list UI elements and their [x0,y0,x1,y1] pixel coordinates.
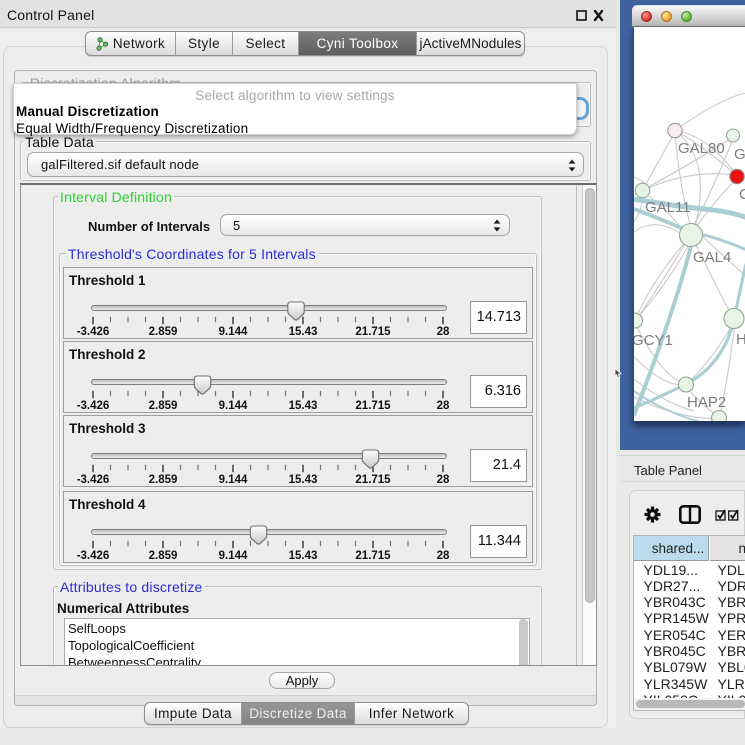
svg-text:HAP2: HAP2 [687,394,726,411]
svg-text:C: C [739,186,745,203]
svg-text:G: G [734,146,745,163]
svg-text:GCY1: GCY1 [634,332,673,349]
svg-text:H: H [736,331,745,348]
svg-text:GAL80: GAL80 [678,140,725,157]
svg-text:GAL11: GAL11 [645,199,691,216]
svg-text:GAL4: GAL4 [693,249,731,266]
